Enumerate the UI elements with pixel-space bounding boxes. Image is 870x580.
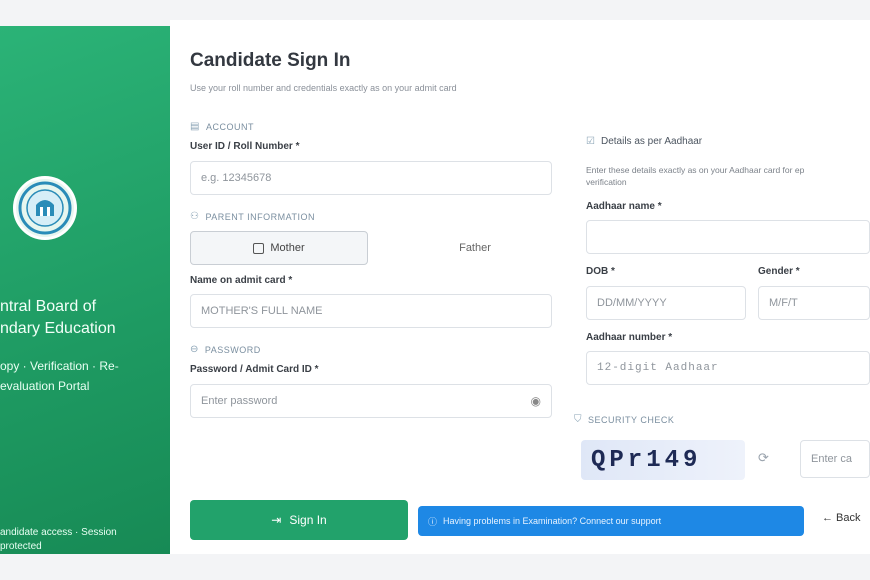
board-logo-icon xyxy=(13,176,77,240)
aadhaar-number-input[interactable]: 12-digit Aadhaar xyxy=(586,351,870,385)
portal-subtitle: opy · Verification · Re- evaluation Port… xyxy=(0,356,168,396)
id-card-icon: ▤ xyxy=(190,121,200,132)
dob-placeholder: DD/MM/YYYY xyxy=(597,297,667,309)
checkbox-icon xyxy=(253,242,265,254)
sign-in-label: Sign In xyxy=(289,513,327,527)
page-title: Candidate Sign In xyxy=(190,50,351,71)
checkbox-icon: ☑ xyxy=(586,136,595,147)
parent-name-placeholder: MOTHER'S FULL NAME xyxy=(201,305,323,317)
security-section-label: SECURITY CHECK xyxy=(588,414,675,425)
aadhaar-section-label: Details as per Aadhaar xyxy=(600,136,703,147)
dob-input[interactable]: DD/MM/YYYY xyxy=(586,286,746,320)
aadhaar-hint: Enter these details exactly as on your A… xyxy=(586,164,870,188)
aadhaar-hint-line1: Enter these details exactly as on your A… xyxy=(586,165,805,175)
brand-panel: ntral Board of ndary Education opy · Ver… xyxy=(0,26,170,554)
parent-option-father[interactable]: Father xyxy=(440,231,510,265)
captcha-image: QPr149 xyxy=(581,440,745,480)
users-icon: ⚇ xyxy=(190,211,200,222)
aadhaar-number-label: Aadhaar number * xyxy=(586,332,673,343)
parent-name-label: Name on admit card * xyxy=(190,275,293,286)
password-section-heading: ⊖ PASSWORD xyxy=(190,344,261,355)
security-section-heading: ⛉ SECURITY CHECK xyxy=(574,414,674,425)
sign-in-button[interactable]: ⇥ Sign In xyxy=(190,500,408,540)
aadhaar-hint-line2: verification xyxy=(586,177,627,187)
password-input[interactable]: Enter password ◉ xyxy=(190,384,552,418)
organization-name-line1: ntral Board of xyxy=(0,298,97,315)
password-section-label: PASSWORD xyxy=(204,344,261,355)
organization-name-line2: ndary Education xyxy=(0,320,116,337)
help-support-label: Having problems in Examination? Connect … xyxy=(443,516,662,526)
password-label: Password / Admit Card ID * xyxy=(190,364,319,375)
access-note-line1: andidate access · Session xyxy=(0,527,117,538)
shield-icon: ⛉ xyxy=(574,414,582,425)
account-section-label: ACCOUNT xyxy=(205,121,254,132)
access-note-line2: protected xyxy=(0,541,42,552)
aadhaar-name-label: Aadhaar name * xyxy=(586,201,662,212)
gender-label: Gender * xyxy=(758,266,800,277)
show-password-icon[interactable]: ◉ xyxy=(531,394,541,408)
aadhaar-name-input[interactable] xyxy=(586,220,870,254)
aadhaar-number-placeholder: 12-digit Aadhaar xyxy=(597,362,719,374)
help-support-button[interactable]: ⓘ Having problems in Examination? Connec… xyxy=(418,506,804,536)
userid-placeholder: e.g. 12345678 xyxy=(201,172,272,184)
parent-section-label: PARENT INFORMATION xyxy=(205,211,315,222)
login-arrow-icon: ⇥ xyxy=(271,513,282,527)
gender-placeholder: M/F/T xyxy=(769,297,798,309)
gender-input[interactable]: M/F/T xyxy=(758,286,870,320)
captcha-input[interactable]: Enter ca xyxy=(800,440,870,478)
info-icon: ⓘ xyxy=(428,516,438,527)
page-subtitle: Use your roll number and credentials exa… xyxy=(190,83,457,93)
access-note: andidate access · Session protected xyxy=(0,526,168,554)
account-section-heading: ▤ ACCOUNT xyxy=(190,121,254,132)
parent-option-mother-label: Mother xyxy=(270,242,305,254)
parent-section-heading: ⚇ PARENT INFORMATION xyxy=(190,211,315,222)
parent-name-input[interactable]: MOTHER'S FULL NAME xyxy=(190,294,552,328)
page: ntral Board of ndary Education opy · Ver… xyxy=(0,0,870,580)
refresh-captcha-icon[interactable]: ⟳ xyxy=(758,450,769,466)
userid-input[interactable]: e.g. 12345678 xyxy=(190,161,552,195)
dob-label: DOB * xyxy=(586,266,615,277)
parent-option-mother[interactable]: Mother xyxy=(190,231,368,265)
organization-name: ntral Board of ndary Education xyxy=(0,296,168,340)
back-link[interactable]: ← Back xyxy=(822,512,861,524)
aadhaar-section-heading: ☑ Details as per Aadhaar xyxy=(586,136,702,147)
portal-subtitle-line1: opy · Verification · Re- xyxy=(0,359,119,373)
captcha-placeholder: Enter ca xyxy=(811,453,852,465)
parent-option-father-label: Father xyxy=(459,242,491,254)
password-placeholder: Enter password xyxy=(201,395,278,407)
portal-subtitle-line2: evaluation Portal xyxy=(0,379,90,393)
userid-label: User ID / Roll Number * xyxy=(190,141,300,152)
signin-card: Candidate Sign In Use your roll number a… xyxy=(170,20,870,554)
lock-icon: ⊖ xyxy=(190,344,199,355)
